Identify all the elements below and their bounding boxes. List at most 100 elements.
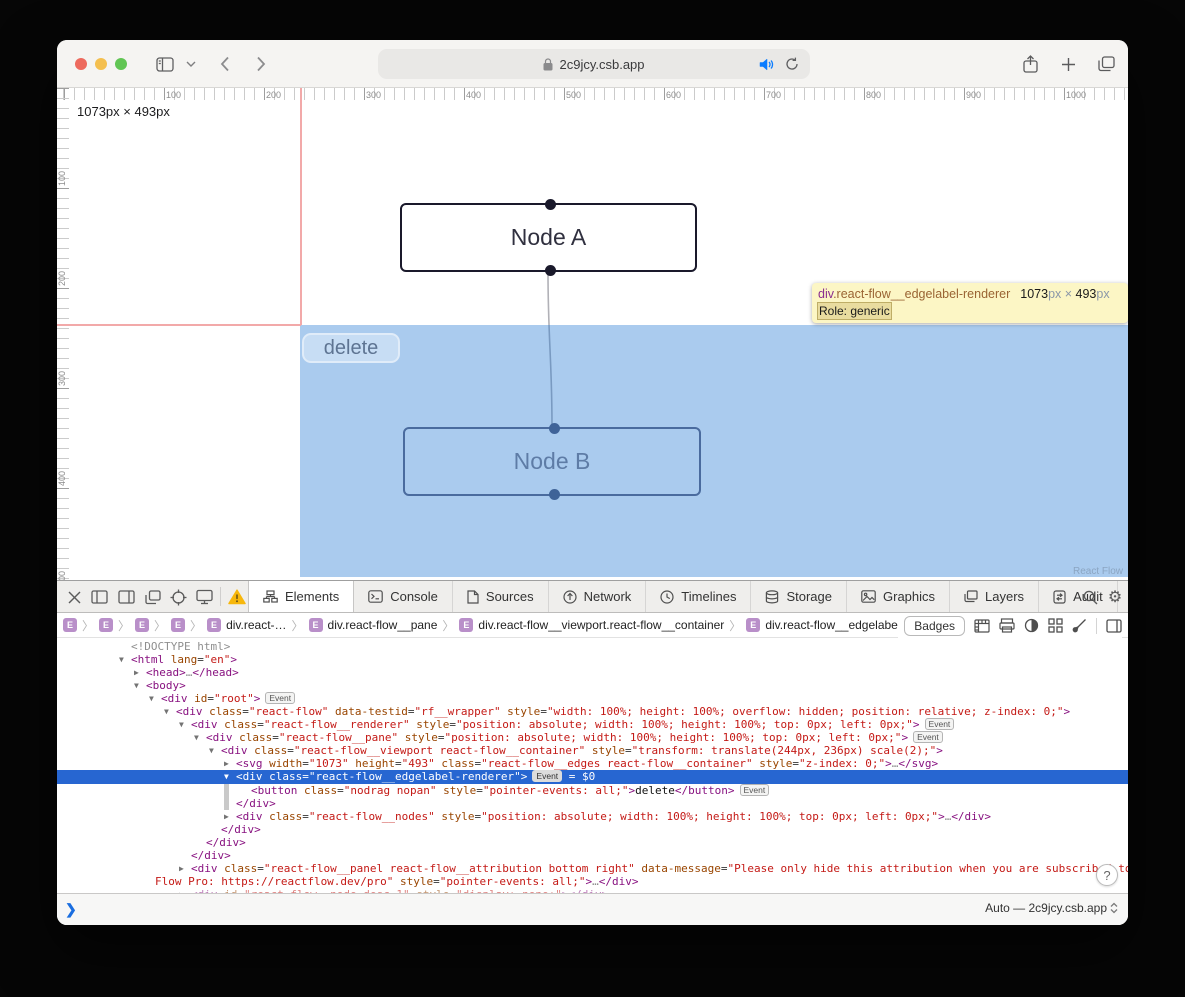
tab-timelines[interactable]: Timelines bbox=[646, 581, 751, 612]
node-a-handle-top[interactable] bbox=[545, 199, 556, 210]
dom-row[interactable]: </div> bbox=[57, 797, 1128, 810]
forward-icon[interactable] bbox=[249, 52, 273, 76]
disclosure-open-icon[interactable]: ▼ bbox=[149, 692, 154, 705]
disclosure-open-icon[interactable]: ▼ bbox=[224, 770, 229, 783]
node-b-handle-bottom[interactable] bbox=[549, 489, 560, 500]
tab-network[interactable]: Network bbox=[549, 581, 647, 612]
breadcrumb-separator: 〉 bbox=[729, 617, 741, 634]
chevron-down-icon[interactable] bbox=[179, 52, 203, 76]
dock-right-icon[interactable] bbox=[115, 586, 137, 608]
dom-row[interactable]: ▼<div class="react-flow__pane" style="po… bbox=[57, 731, 1128, 744]
tab-graphics[interactable]: Graphics bbox=[847, 581, 950, 612]
element-picker-icon[interactable] bbox=[167, 586, 189, 608]
dock-left-icon[interactable] bbox=[88, 586, 110, 608]
grid-overlay-icon[interactable] bbox=[1048, 618, 1063, 633]
dom-row[interactable]: <button class="nodrag nopan" style="poin… bbox=[57, 784, 1128, 797]
breadcrumb-item[interactable]: Ediv.react-flow__pane bbox=[309, 618, 438, 632]
disclosure-open-icon[interactable]: ▼ bbox=[209, 744, 214, 757]
address-bar[interactable]: 2c9jcy.csb.app bbox=[378, 49, 810, 79]
dom-token: = bbox=[302, 757, 309, 770]
share-icon[interactable] bbox=[1018, 52, 1042, 76]
reload-icon[interactable] bbox=[780, 52, 804, 76]
edge-delete-button[interactable]: delete bbox=[302, 333, 400, 363]
dom-token: data-testid bbox=[328, 705, 407, 718]
dom-row[interactable]: ▼<div id="root">Event bbox=[57, 692, 1128, 705]
inspector-tab-bar: ElementsConsoleSourcesNetworkTimelines St… bbox=[248, 581, 1118, 612]
details-sidebar-icon[interactable] bbox=[1106, 619, 1122, 633]
tooltip-times: × bbox=[1061, 287, 1075, 301]
disclosure-open-icon[interactable]: ▼ bbox=[194, 731, 199, 744]
warning-icon[interactable] bbox=[226, 586, 248, 608]
device-settings-icon[interactable] bbox=[193, 586, 215, 608]
breadcrumb-item[interactable]: E bbox=[135, 618, 149, 632]
dom-row[interactable]: Flow Pro: https://reactflow.dev/pro" sty… bbox=[57, 875, 1128, 888]
dom-token: > bbox=[901, 731, 908, 744]
zoom-window-button[interactable] bbox=[115, 58, 127, 70]
dom-row[interactable]: ▶<svg width="1073" height="493" class="r… bbox=[57, 757, 1128, 770]
disclosure-open-icon[interactable]: ▼ bbox=[119, 653, 124, 666]
search-icon[interactable] bbox=[1079, 586, 1101, 608]
breadcrumb: E〉E〉E〉E〉Ediv.react-…〉Ediv.react-flow__pa… bbox=[63, 617, 950, 634]
tab-storage[interactable]: Storage bbox=[751, 581, 847, 612]
tab-overview-icon[interactable] bbox=[1094, 52, 1118, 76]
breadcrumb-item[interactable]: E bbox=[171, 618, 185, 632]
execution-context-select[interactable]: Auto — 2c9jcy.csb.app bbox=[985, 901, 1118, 915]
tab-elements[interactable]: Elements bbox=[248, 581, 354, 612]
dom-row[interactable]: </div> bbox=[57, 823, 1128, 836]
disclosure-open-icon[interactable]: ▼ bbox=[134, 679, 139, 692]
dom-token: </div> bbox=[221, 823, 261, 836]
breadcrumb-item[interactable]: E bbox=[63, 618, 77, 632]
close-window-button[interactable] bbox=[75, 58, 87, 70]
dom-row-selected[interactable]: ▼<div class="react-flow__edgelabel-rende… bbox=[57, 770, 1128, 783]
ruler-left-number: 100 bbox=[57, 154, 67, 186]
tab-label: Storage bbox=[786, 589, 832, 604]
badges-button[interactable]: Badges bbox=[904, 616, 965, 636]
paint-flash-icon[interactable] bbox=[1072, 618, 1087, 633]
breadcrumb-item[interactable]: Ediv.react-… bbox=[207, 618, 286, 632]
print-styles-icon[interactable] bbox=[999, 618, 1015, 633]
back-icon[interactable] bbox=[213, 52, 237, 76]
appearance-toggle-icon[interactable] bbox=[1024, 618, 1039, 633]
element-badge-icon: E bbox=[459, 618, 473, 632]
dom-row[interactable]: </div> bbox=[57, 849, 1128, 862]
dom-row[interactable]: ▶<div class="react-flow__panel react-flo… bbox=[57, 862, 1128, 875]
tab-console[interactable]: Console bbox=[354, 581, 453, 612]
disclosure-closed-icon[interactable]: ▶ bbox=[179, 862, 184, 875]
sidebar-icon[interactable] bbox=[153, 52, 177, 76]
node-a-handle-bottom[interactable] bbox=[545, 265, 556, 276]
dom-row[interactable]: ▶<head>…</head> bbox=[57, 666, 1128, 679]
disclosure-open-icon[interactable]: ▼ bbox=[179, 718, 184, 731]
dom-row[interactable]: ▼<div class="react-flow__viewport react-… bbox=[57, 744, 1128, 757]
tab-sources[interactable]: Sources bbox=[453, 581, 549, 612]
tab-layers[interactable]: Layers bbox=[950, 581, 1039, 612]
dom-row[interactable]: ▶<div class="react-flow__nodes" style="p… bbox=[57, 810, 1128, 823]
dom-row[interactable]: ▼<html lang="en"> bbox=[57, 653, 1128, 666]
dom-row[interactable]: <!DOCTYPE html> bbox=[57, 640, 1128, 653]
flow-node-a[interactable]: Node A bbox=[400, 203, 697, 272]
dom-row[interactable]: ▼<body> bbox=[57, 679, 1128, 692]
disclosure-closed-icon[interactable]: ▶ bbox=[224, 810, 229, 823]
dom-row[interactable]: ▼<div class="react-flow__renderer" style… bbox=[57, 718, 1128, 731]
dom-token: > bbox=[938, 810, 945, 823]
settings-gear-icon[interactable]: ⚙ bbox=[1104, 586, 1126, 608]
disclosure-closed-icon[interactable]: ▶ bbox=[134, 666, 139, 679]
minimize-window-button[interactable] bbox=[95, 58, 107, 70]
audio-icon[interactable] bbox=[754, 52, 778, 76]
console-prompt-icon[interactable]: ❯ bbox=[65, 901, 77, 918]
new-tab-icon[interactable] bbox=[1056, 52, 1080, 76]
disclosure-closed-icon[interactable]: ▶ bbox=[224, 757, 229, 770]
react-flow-attribution[interactable]: React Flow bbox=[1073, 566, 1123, 577]
breadcrumb-item[interactable]: Ediv.react-flow__viewport.react-flow__co… bbox=[459, 618, 724, 632]
help-button[interactable]: ? bbox=[1096, 864, 1118, 886]
dom-row[interactable]: </div> bbox=[57, 836, 1128, 849]
dom-token: class bbox=[269, 810, 302, 823]
breadcrumb-item[interactable]: E bbox=[99, 618, 113, 632]
disclosure-open-icon[interactable]: ▼ bbox=[164, 705, 169, 718]
node-b-handle-top[interactable] bbox=[549, 423, 560, 434]
ruler-toggle-icon[interactable] bbox=[974, 619, 990, 633]
detach-window-icon[interactable] bbox=[142, 586, 164, 608]
timelines-icon bbox=[660, 590, 674, 604]
close-inspector-icon[interactable] bbox=[63, 586, 85, 608]
dom-row[interactable]: ▼<div class="react-flow" data-testid="rf… bbox=[57, 705, 1128, 718]
flow-node-b[interactable]: Node B bbox=[403, 427, 701, 496]
